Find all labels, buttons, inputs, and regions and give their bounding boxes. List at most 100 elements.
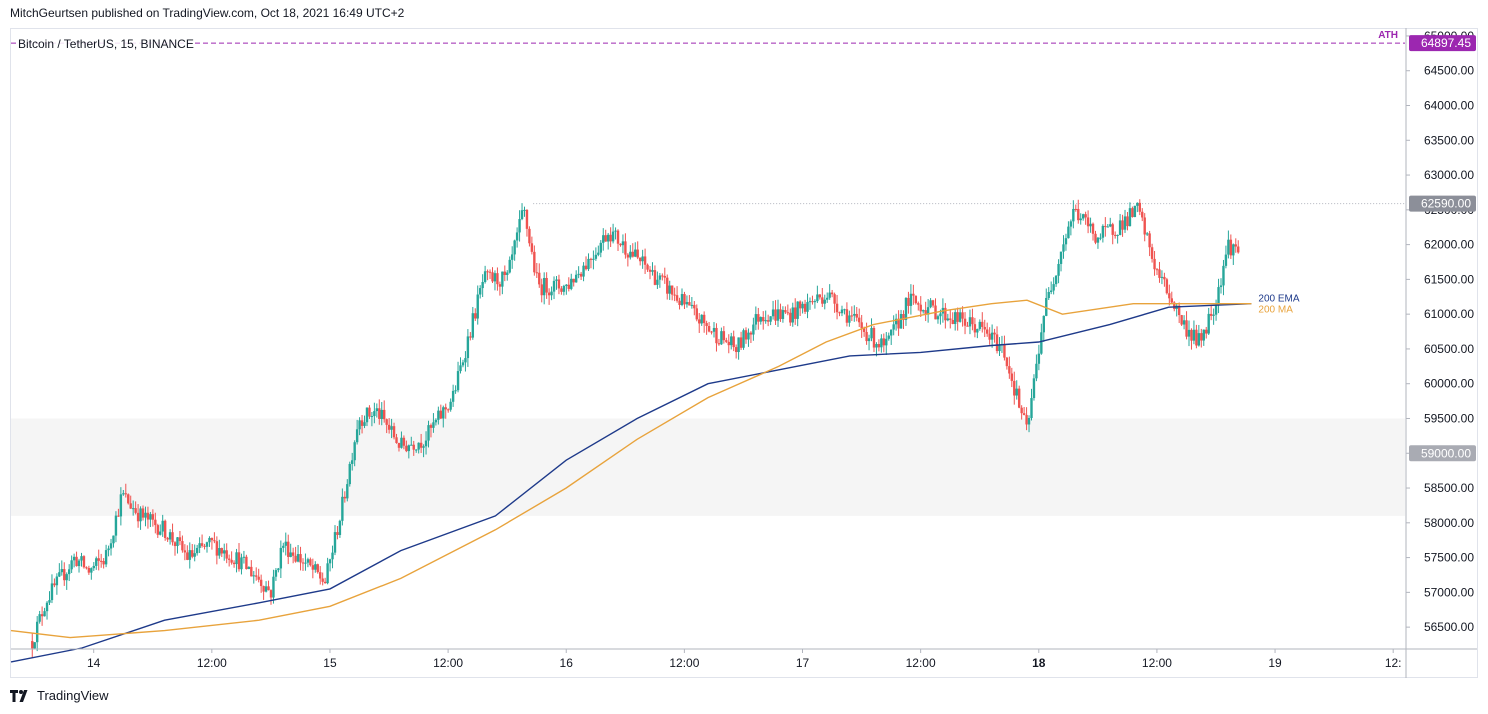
candle-body xyxy=(602,235,605,243)
candle-body xyxy=(550,291,553,296)
tradingview-brand[interactable]: TradingView xyxy=(10,688,109,703)
candle-body xyxy=(1148,233,1151,248)
candle-body xyxy=(742,330,745,348)
time-tick-label: 12:00 xyxy=(433,656,463,670)
candle-body xyxy=(311,565,315,570)
candle-body xyxy=(193,553,196,557)
candle-body xyxy=(476,294,479,319)
candle-body xyxy=(1200,333,1203,341)
candle-body xyxy=(124,493,127,495)
candle-body xyxy=(976,328,979,333)
candle-body xyxy=(540,284,543,296)
candle-body xyxy=(1222,265,1225,286)
candle-body xyxy=(104,550,108,565)
candle-body xyxy=(880,338,883,348)
candle-body xyxy=(614,230,617,232)
candle-body xyxy=(1074,208,1077,210)
candle-body xyxy=(663,275,666,278)
price-chart[interactable]: ATH 200 EMA200 MA 56500.00 57000.00 57500.00… xyxy=(0,0,1488,714)
candle-body xyxy=(695,308,698,320)
candle-body xyxy=(892,324,895,330)
candle-body xyxy=(587,258,590,270)
candle-body xyxy=(1143,217,1146,235)
candle-body xyxy=(1158,269,1161,278)
candle-body xyxy=(1123,216,1127,230)
candle-body xyxy=(40,614,44,617)
candle-body xyxy=(1042,315,1046,333)
candle-body xyxy=(811,301,814,303)
candle-body xyxy=(301,562,305,564)
candle-body xyxy=(766,320,770,322)
candle-body xyxy=(188,550,191,560)
candle-body xyxy=(348,463,351,485)
candle-body xyxy=(269,590,273,598)
candle-body xyxy=(1168,293,1171,299)
candle-body xyxy=(437,410,440,420)
candle-body xyxy=(1091,223,1095,234)
candle-body xyxy=(481,281,484,289)
candle-body xyxy=(722,331,726,341)
candle-body xyxy=(909,293,913,306)
price-tick-label: 62000.00 xyxy=(1424,238,1474,252)
candle-body xyxy=(981,321,984,327)
candle-body xyxy=(762,317,765,322)
price-tick-label: 60000.00 xyxy=(1424,377,1474,391)
symbol-title[interactable]: Bitcoin / TetherUS, 15, BINANCE xyxy=(18,37,194,51)
candle-body xyxy=(599,242,602,253)
candle-body xyxy=(860,322,863,329)
candle-body xyxy=(1232,244,1235,256)
candle-body xyxy=(754,314,758,325)
candle-body xyxy=(929,300,932,308)
candle-body xyxy=(914,295,918,304)
candle-body xyxy=(855,313,858,318)
candle-body xyxy=(949,318,952,320)
candle-body xyxy=(80,556,83,561)
candle-body xyxy=(557,279,561,289)
candle-body xyxy=(828,292,831,298)
candle-body xyxy=(151,514,155,520)
candle-body xyxy=(1207,313,1210,334)
candle-body xyxy=(715,327,718,344)
candle-body xyxy=(951,319,954,324)
candle-body xyxy=(365,407,369,423)
candle-body xyxy=(818,294,822,298)
candle-body xyxy=(606,234,610,242)
candle-body xyxy=(141,508,145,518)
candle-body xyxy=(149,514,152,520)
candle-body xyxy=(259,579,263,587)
candle-body xyxy=(1069,221,1073,227)
candle-body xyxy=(875,344,878,348)
candle-body xyxy=(840,309,844,314)
candle-body xyxy=(1145,233,1149,235)
candle-body xyxy=(67,569,71,575)
candle-body xyxy=(279,547,283,569)
candle-body xyxy=(454,390,457,392)
candle-body xyxy=(1180,315,1183,325)
candle-body xyxy=(907,297,910,306)
time-tick-label: 12:00 xyxy=(1142,656,1172,670)
candle-body xyxy=(200,543,204,546)
candle-body xyxy=(1079,218,1082,221)
candle-body xyxy=(806,302,809,312)
candle-body xyxy=(43,611,46,617)
candle-body xyxy=(1155,269,1159,271)
candle-body xyxy=(1015,388,1018,396)
candle-body xyxy=(629,251,632,258)
candle-body xyxy=(1104,225,1107,227)
candle-body xyxy=(461,362,465,366)
candle-body xyxy=(257,576,260,580)
candle-body xyxy=(604,235,607,242)
candle-body xyxy=(562,285,566,292)
candle-body xyxy=(168,532,172,540)
candle-body xyxy=(112,535,115,544)
candle-body xyxy=(163,520,167,538)
candle-body xyxy=(565,284,568,286)
candle-body xyxy=(990,332,994,340)
candle-body xyxy=(796,301,799,319)
candle-body xyxy=(528,228,531,244)
brand-label: TradingView xyxy=(37,688,109,703)
candle-body xyxy=(882,338,886,346)
candle-body xyxy=(597,252,600,255)
candle-body xyxy=(1003,344,1006,358)
candle-body xyxy=(666,277,669,294)
